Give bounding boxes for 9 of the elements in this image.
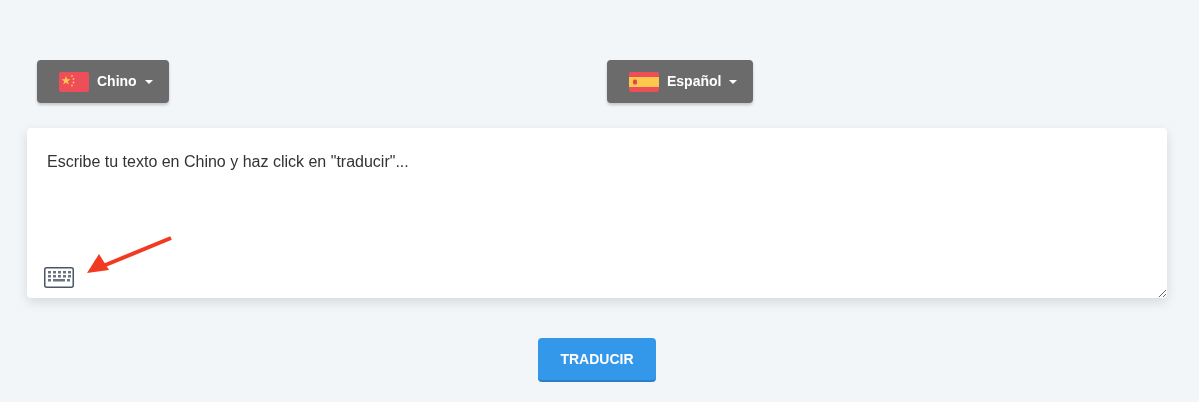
flag-icon	[59, 71, 89, 92]
flag-icon	[629, 71, 659, 92]
caret-icon	[144, 79, 153, 84]
language-dropdown[interactable]: Chino	[37, 60, 169, 103]
keyboard-icon[interactable]	[44, 267, 74, 288]
translate-button[interactable]: TRADUCIR	[538, 338, 656, 380]
caret-icon	[729, 79, 738, 84]
text-input[interactable]: Escribe tu texto en Chino y haz click en "traducir"...	[27, 128, 1167, 298]
language-dropdown[interactable]: Español	[607, 60, 754, 103]
